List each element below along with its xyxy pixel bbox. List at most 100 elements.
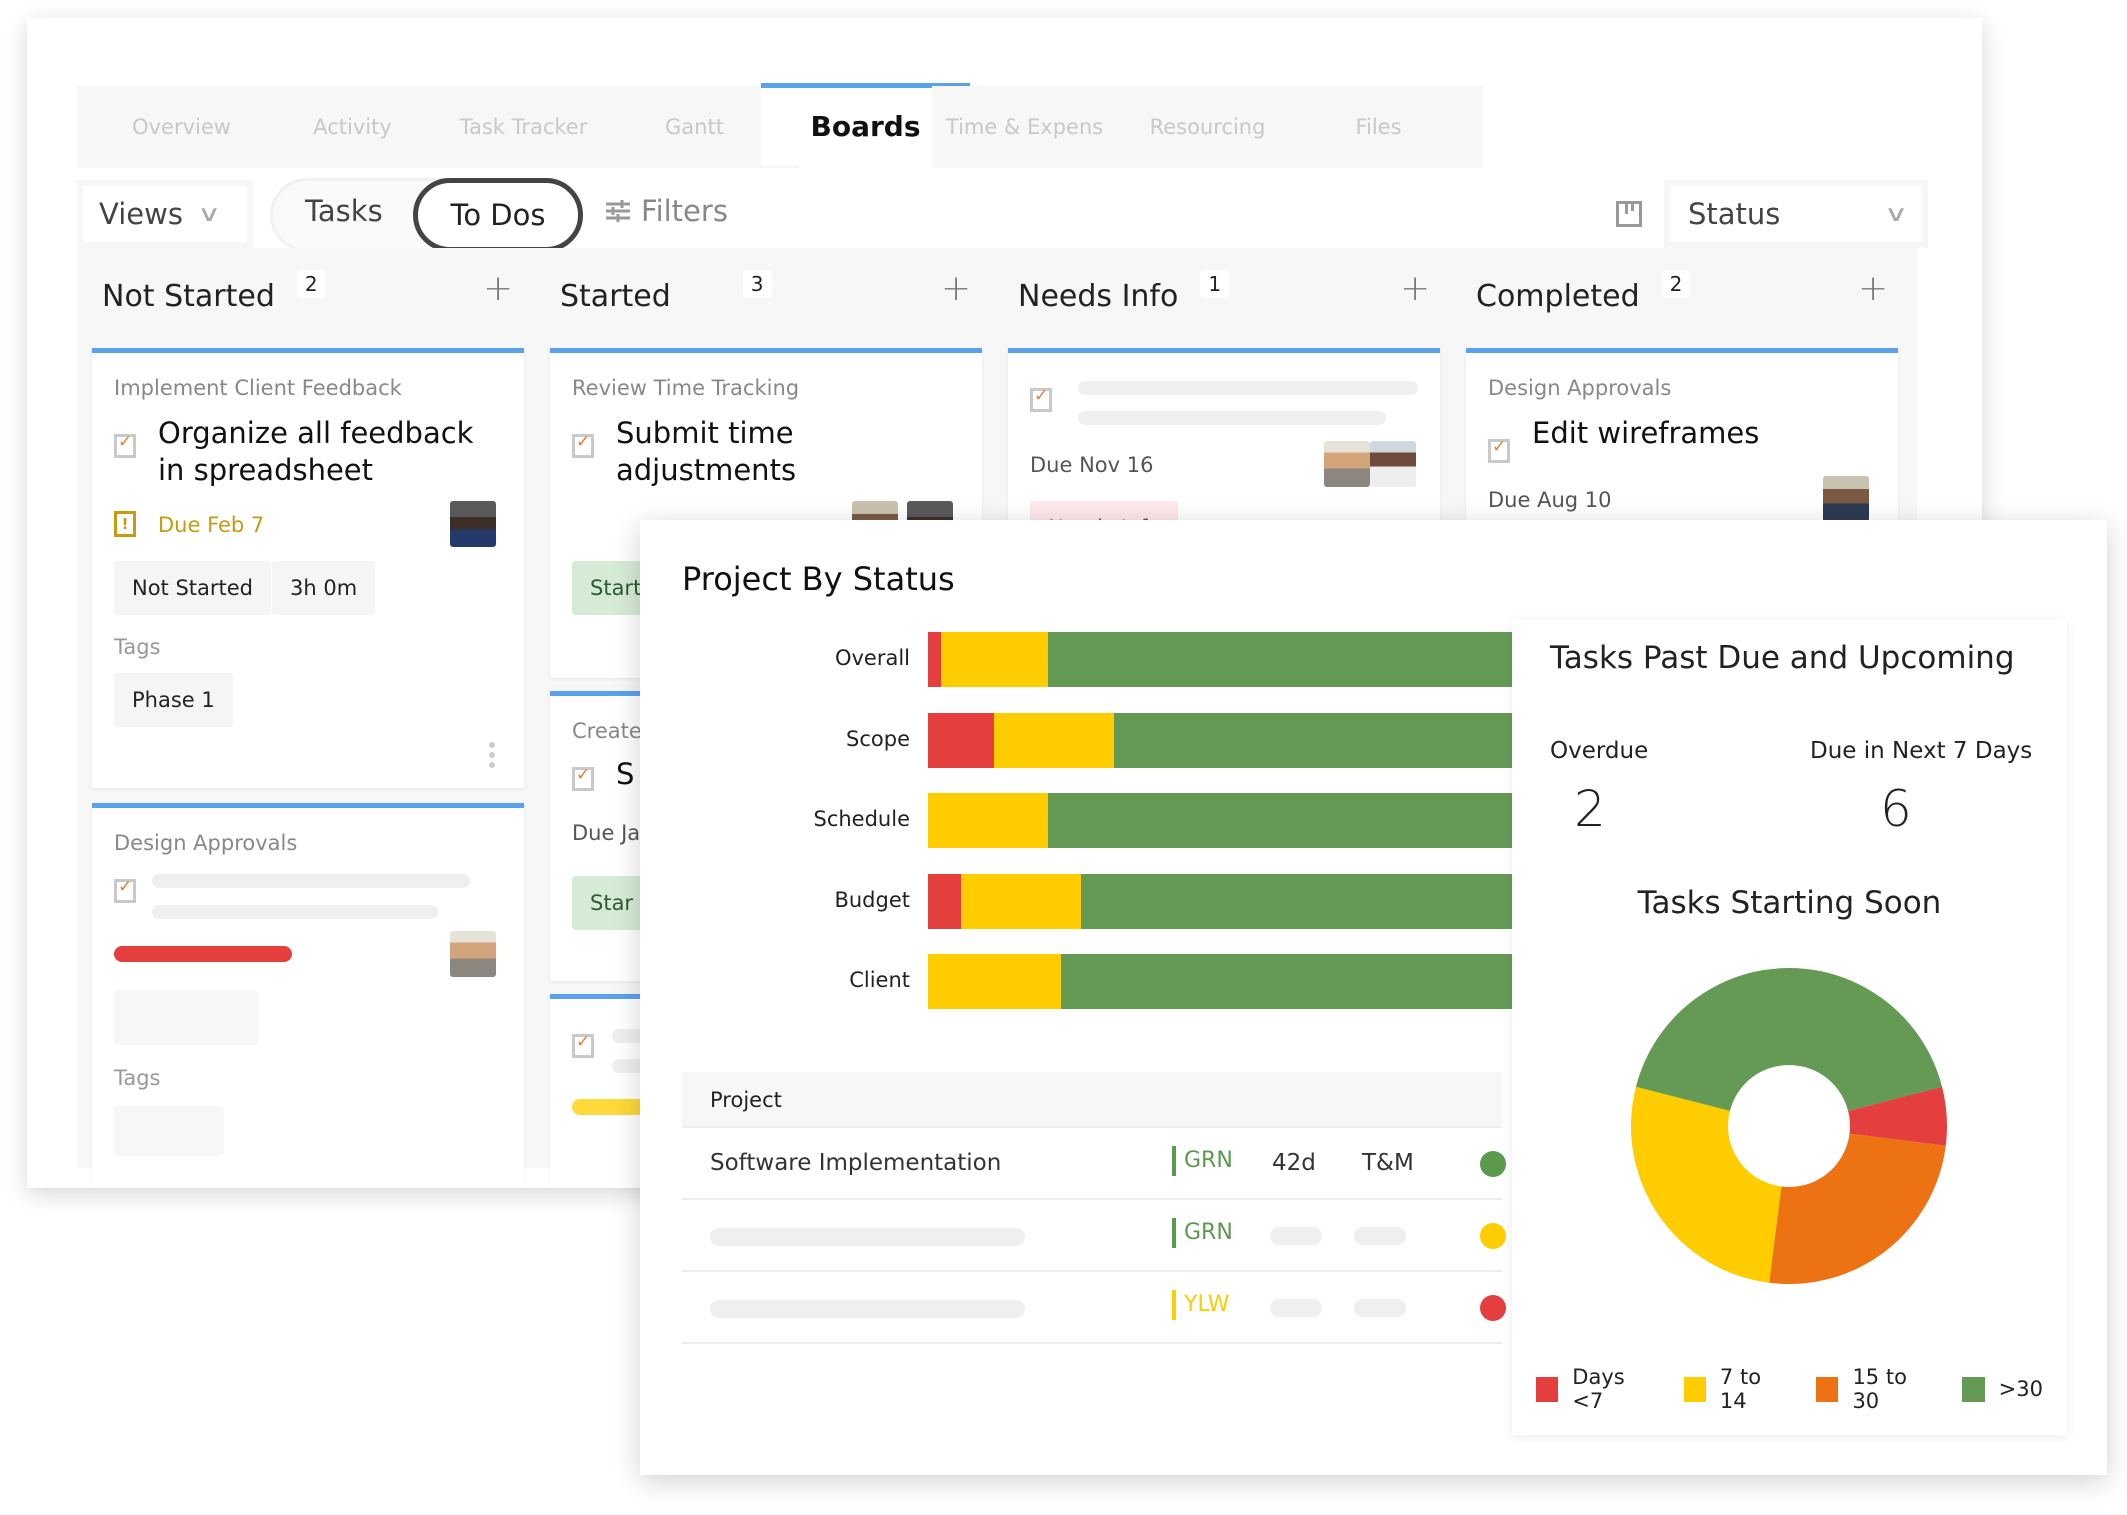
project-duration: 42d [1272, 1150, 1316, 1176]
legend-label: Days <7 [1572, 1365, 1625, 1413]
column-count: 2 [296, 270, 326, 298]
legend-swatch [1816, 1376, 1839, 1402]
column-title: Started [560, 278, 671, 314]
card-parent-task: Create [572, 719, 642, 743]
bar-segment-red[interactable] [928, 632, 942, 687]
card-title: Edit wireframes [1532, 416, 1760, 450]
todo-checkbox-icon[interactable] [1030, 386, 1052, 412]
sliders-icon [606, 200, 630, 222]
bar-category-label: Overall [834, 646, 910, 670]
bar-segment-red[interactable] [928, 712, 995, 768]
task-card[interactable]: Design Approvals Tags [92, 803, 524, 1188]
time-estimate-chip[interactable]: 3h 0m [272, 561, 376, 615]
legend-label: 15 to 30 [1852, 1365, 1907, 1413]
tags-label: Tags [114, 635, 161, 659]
bar-segment-yellow[interactable] [961, 873, 1081, 929]
assignee-avatar[interactable] [1324, 441, 1370, 487]
chevron-down-icon: ∨ [196, 201, 222, 227]
todo-checkbox-icon[interactable] [114, 432, 136, 458]
bar-segment-yellow[interactable] [928, 793, 1048, 848]
tag-chip[interactable]: Phase 1 [114, 673, 233, 727]
card-due-date: Due Feb 7 [158, 513, 265, 537]
legend-item[interactable]: 15 to 30 [1816, 1365, 1938, 1413]
todo-checkbox-icon[interactable] [572, 765, 594, 791]
project-row[interactable]: GRN [682, 1200, 1506, 1272]
donut-slice-15-to-30[interactable] [1769, 1133, 1946, 1284]
placeholder-line [1078, 411, 1386, 425]
project-health-code: GRN [1172, 1146, 1233, 1176]
assignee-avatar[interactable] [450, 931, 496, 977]
bar-segment-yellow[interactable] [941, 632, 1048, 687]
add-card-button[interactable]: + [1400, 268, 1430, 309]
donut-slice-7-to-14[interactable] [1631, 1086, 1782, 1283]
bar-segment-green[interactable] [1047, 632, 1592, 687]
tasks-toggle-option[interactable]: Tasks [305, 194, 383, 228]
overdue-warning-icon: ! [114, 511, 136, 537]
todo-checkbox-icon[interactable] [114, 877, 136, 903]
add-card-button[interactable]: + [483, 268, 513, 309]
todo-checkbox-icon[interactable] [572, 432, 594, 458]
column-header-completed: Completed 2 [1476, 266, 1691, 326]
donut-legend: Days <7 7 to 14 15 to 30 >30 [1536, 1365, 2067, 1413]
placeholder-tag [114, 1106, 224, 1156]
bar-segment-yellow[interactable] [994, 712, 1114, 768]
project-row[interactable]: Software Implementation GRN 42d T&M [682, 1128, 1506, 1200]
bar-category-label: Scope [846, 726, 910, 751]
column-header-needs-info: Needs Info 1 [1018, 266, 1230, 326]
add-card-button[interactable]: + [1858, 268, 1888, 309]
placeholder-line [710, 1300, 1025, 1318]
kanban-board-icon[interactable] [1616, 201, 1642, 227]
legend-item[interactable]: Days <7 [1536, 1365, 1660, 1413]
group-by-value: Status [1688, 197, 1781, 231]
todos-toggle-option[interactable]: To Dos [413, 178, 583, 252]
placeholder-value [1354, 1227, 1406, 1245]
dashboard-window: Project By Status Overall Scope Schedule Bu… [640, 520, 2107, 1475]
project-health-code: YLW [1172, 1290, 1229, 1320]
project-billing-type: T&M [1362, 1150, 1414, 1176]
card-due-date: Due Aug 10 [1488, 488, 1612, 512]
overdue-count[interactable]: 2 [1574, 780, 1606, 838]
project-name[interactable]: Software Implementation [710, 1150, 1001, 1176]
bar-segment-yellow[interactable] [928, 954, 1061, 1009]
more-options-icon[interactable] [489, 742, 495, 768]
bar-category-label: Budget [834, 887, 910, 912]
group-by-dropdown[interactable]: Status ∨ [1664, 180, 1928, 248]
assignee-avatar[interactable] [450, 501, 496, 547]
legend-item[interactable]: >30 [1961, 1376, 2043, 1402]
card-parent-task: Design Approvals [1488, 376, 1672, 400]
task-card[interactable]: Implement Client Feedback Organize all f… [92, 348, 524, 788]
column-header-started: Started 3 [560, 266, 772, 326]
project-row[interactable]: YLW [682, 1272, 1506, 1344]
tab-files[interactable]: Files [1274, 86, 1483, 168]
tasks-starting-soon-donut [1631, 968, 1947, 1284]
column-header-not-started: Not Started 2 [102, 266, 326, 326]
assignee-avatar[interactable] [1370, 441, 1416, 487]
placeholder-line [152, 905, 438, 919]
placeholder-line [152, 874, 470, 888]
tags-label: Tags [114, 1066, 161, 1090]
views-dropdown[interactable]: Views ∨ [77, 180, 253, 248]
todo-checkbox-icon[interactable] [572, 1032, 594, 1058]
placeholder-line [1078, 381, 1418, 395]
due-next-7-days-count[interactable]: 6 [1880, 780, 1912, 838]
bar-category-label: Client [849, 968, 910, 992]
legend-label: 7 to 14 [1719, 1365, 1762, 1413]
add-card-button[interactable]: + [941, 268, 971, 309]
donut-slice-30[interactable] [1635, 968, 1943, 1111]
column-title: Needs Info [1018, 278, 1179, 314]
status-chip[interactable]: Not Started [114, 561, 272, 615]
placeholder-value [1270, 1299, 1322, 1317]
due-next-7-days-label: Due in Next 7 Days [1810, 738, 2033, 764]
legend-swatch [1536, 1376, 1559, 1402]
tasks-todos-toggle: Tasks To Dos [270, 178, 583, 252]
bar-segment-red[interactable] [928, 873, 962, 929]
placeholder-value [1354, 1299, 1406, 1317]
bar-segment-green[interactable] [1047, 793, 1592, 848]
filters-button[interactable]: Filters [605, 194, 728, 228]
progress-bar [114, 946, 292, 962]
legend-item[interactable]: 7 to 14 [1683, 1365, 1793, 1413]
placeholder-value [1270, 1227, 1322, 1245]
todo-checkbox-icon[interactable] [1488, 437, 1510, 463]
assignee-avatar[interactable] [1823, 476, 1869, 522]
card-title: S [616, 757, 635, 791]
